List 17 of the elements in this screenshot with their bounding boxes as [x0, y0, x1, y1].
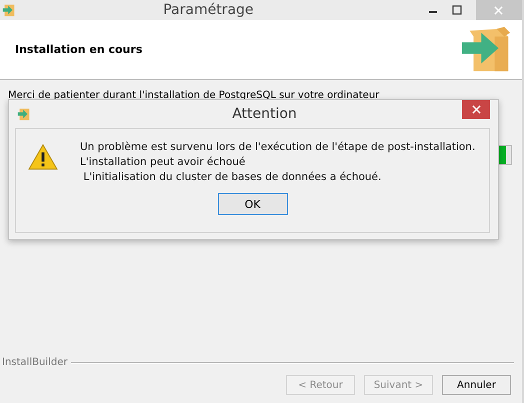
maximize-icon[interactable] — [452, 5, 462, 15]
ok-button[interactable]: OK — [218, 193, 288, 215]
close-icon — [494, 6, 504, 14]
window-title: Paramétrage — [163, 2, 254, 18]
status-message: Merci de patienter durant l'installation de PostgreSQL sur votre ordinateur — [8, 90, 380, 101]
box-icon — [17, 107, 31, 121]
error-message: Un problème est survenu lors de l'exécution de l'étape de post-installation. — [80, 141, 476, 153]
error-message: L'installation peut avoir échoué — [80, 156, 246, 168]
close-button[interactable] — [462, 100, 490, 119]
close-icon — [472, 105, 480, 114]
box-icon — [2, 3, 16, 17]
page-title: Installation en cours — [15, 43, 142, 56]
wizard-button[interactable]: Annuler — [442, 375, 511, 395]
warning-icon — [28, 143, 58, 171]
dialog-title: Attention — [232, 106, 297, 122]
error-message: L'initialisation du cluster de bases de données a échoué. — [82, 171, 382, 183]
brand-label: InstallBuilder — [2, 357, 68, 368]
